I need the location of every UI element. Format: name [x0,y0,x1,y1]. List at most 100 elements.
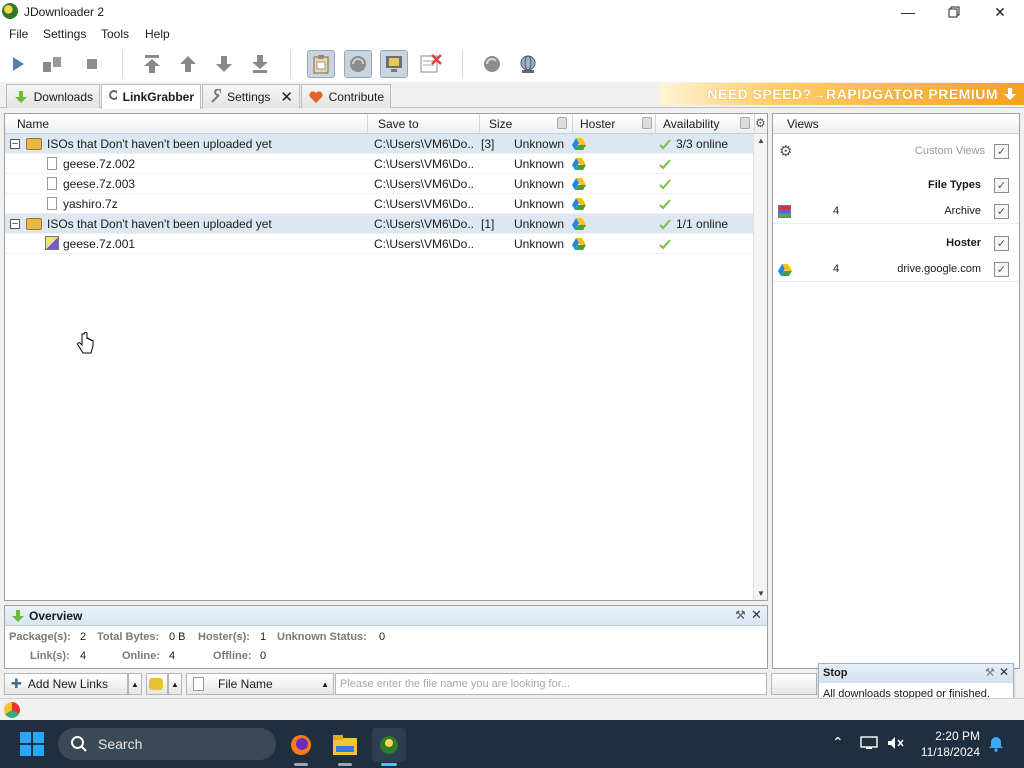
file-row[interactable]: geese.7z.001 C:\Users\VM6\Do... Unknown [5,234,753,254]
start-downloads-button[interactable] [4,50,32,78]
move-up-button[interactable] [174,50,202,78]
menu-tools[interactable]: Tools [101,27,129,41]
silent-mode-toggle[interactable] [380,50,408,78]
move-top-icon [144,55,160,73]
linkgrabber-table: Name Save to Size Hoster Availability ⚙ … [4,113,768,601]
custom-views-row[interactable]: ⚙ Custom Views ✓ [773,140,1019,164]
windows-start-icon[interactable] [20,732,44,756]
file-row[interactable]: geese.7z.002 C:\Users\VM6\Do... Unknown [5,154,753,174]
move-to-bottom-button[interactable] [246,50,274,78]
wrench-icon [211,88,222,103]
table-vertical-scrollbar[interactable]: ▲ ▼ [753,134,767,600]
collapse-icon[interactable]: – [10,139,20,149]
pause-downloads-button[interactable] [38,50,66,78]
move-down-button[interactable] [210,50,238,78]
add-new-links-button[interactable]: ✚ Add New Links [4,673,128,695]
save-to-path: C:\Users\VM6\Do... [374,237,474,251]
start-all-button[interactable] [771,673,817,695]
views-title: Views [773,114,1019,134]
file-size: Unknown [514,137,565,151]
column-name[interactable]: Name [11,114,368,134]
package-name: ISOs that Don't haven't been uploaded ye… [47,137,272,151]
menu-file[interactable]: File [9,27,28,41]
close-notification-icon[interactable]: ✕ [999,665,1009,679]
custom-views-checkbox[interactable]: ✓ [994,144,1009,159]
notification-settings-icon[interactable]: ⚒ [985,666,995,679]
hoster-filter-checkbox[interactable]: ✓ [994,262,1009,277]
stop-icon [87,59,97,69]
download-arrow-icon [15,90,27,103]
package-row[interactable]: – ISOs that Don't haven't been uploaded … [5,134,753,154]
hoster-filter-row[interactable]: 4 drive.google.com ✓ [773,258,1019,282]
close-overview-icon[interactable]: ✕ [751,607,762,623]
clean-up-button[interactable] [146,673,168,695]
lock-icon [642,117,652,129]
taskbar-clock[interactable]: 2:20 PM 11/18/2024 [910,728,980,760]
clipboard-observer-toggle[interactable] [307,50,335,78]
archive-filter-row[interactable]: 4 Archive ✓ [773,200,1019,224]
menu-settings[interactable]: Settings [43,27,86,41]
save-to-path: C:\Users\VM6\Do... [374,217,474,231]
column-save-to[interactable]: Save to [372,114,480,134]
clear-list-button[interactable] [417,50,445,78]
window-title: JDownloader 2 [24,5,105,19]
magnifier-icon [109,90,117,100]
clean-up-dropdown[interactable]: ▲ [168,673,182,695]
close-window-button[interactable]: ✕ [977,0,1023,24]
update-button[interactable] [478,50,506,78]
file-name: yashiro.7z [63,197,118,211]
rapidgator-premium-banner[interactable]: NEED SPEED?→RAPIDGATOR PREMIUM [660,83,1024,105]
taskbar-search-box[interactable]: Search [58,728,276,760]
auto-reconnect-toggle[interactable] [344,50,372,78]
overview-settings-wrench-icon[interactable]: ⚒ [735,608,746,622]
firefox-taskbar-icon[interactable] [284,728,318,766]
hoster-row[interactable]: Hoster ✓ [773,232,1019,256]
archive-checkbox[interactable]: ✓ [994,204,1009,219]
arrow-up-icon [180,56,196,72]
package-folder-icon [26,218,42,230]
notification-bell-icon[interactable] [988,736,1004,752]
package-row[interactable]: – ISOs that Don't haven't been uploaded … [5,214,753,234]
search-input[interactable] [335,673,767,695]
availability-status: 3/3 online [676,137,729,151]
jdownloader-taskbar-icon[interactable] [372,728,406,766]
stop-downloads-button[interactable] [78,50,106,78]
close-tab-icon[interactable]: ✕ [280,88,293,106]
clear-list-icon [420,54,442,73]
tab-settings[interactable]: Settings ✕ [202,84,300,108]
file-size: Unknown [514,177,565,191]
tab-contribute[interactable]: Contribute [301,84,391,108]
collapse-icon[interactable]: – [10,219,20,229]
file-name: geese.7z.003 [63,177,136,191]
reconnect-icon [350,56,366,72]
file-row[interactable]: geese.7z.003 C:\Users\VM6\Do... Unknown [5,174,753,194]
column-settings-gear-icon[interactable]: ⚙ [755,116,766,130]
maximize-button[interactable] [931,0,977,24]
package-count: [1] [481,217,495,231]
add-links-icon: ✚ [11,676,22,691]
notification-title: Stop [819,664,1013,683]
tab-downloads[interactable]: Downloads [6,84,100,108]
jdownloader-status-icon[interactable] [4,702,20,718]
file-types-row[interactable]: File Types ✓ [773,174,1019,198]
search-field-select[interactable]: File Name ▲ [186,673,334,695]
volume-muted-icon[interactable] [886,735,904,751]
file-row[interactable]: yashiro.7z C:\Users\VM6\Do... Unknown [5,194,753,214]
show-hidden-icons-chevron[interactable]: ⌃ [832,734,844,751]
scroll-up-icon[interactable]: ▲ [757,136,765,145]
network-icon[interactable] [860,736,878,750]
hoster-checkbox[interactable]: ✓ [994,236,1009,251]
menu-help[interactable]: Help [145,27,170,41]
tab-linkgrabber[interactable]: LinkGrabber [101,84,201,109]
move-to-top-button[interactable] [138,50,166,78]
file-types-checkbox[interactable]: ✓ [994,178,1009,193]
monitor-icon [386,56,402,72]
google-drive-icon [778,264,792,276]
overview-title: Overview [5,606,767,626]
add-links-dropdown[interactable]: ▲ [128,673,142,695]
premium-button[interactable] [514,50,542,78]
gear-icon[interactable]: ⚙ [779,142,792,160]
file-explorer-taskbar-icon[interactable] [328,728,362,766]
minimize-button[interactable]: — [885,0,931,24]
scroll-down-icon[interactable]: ▼ [757,589,765,598]
